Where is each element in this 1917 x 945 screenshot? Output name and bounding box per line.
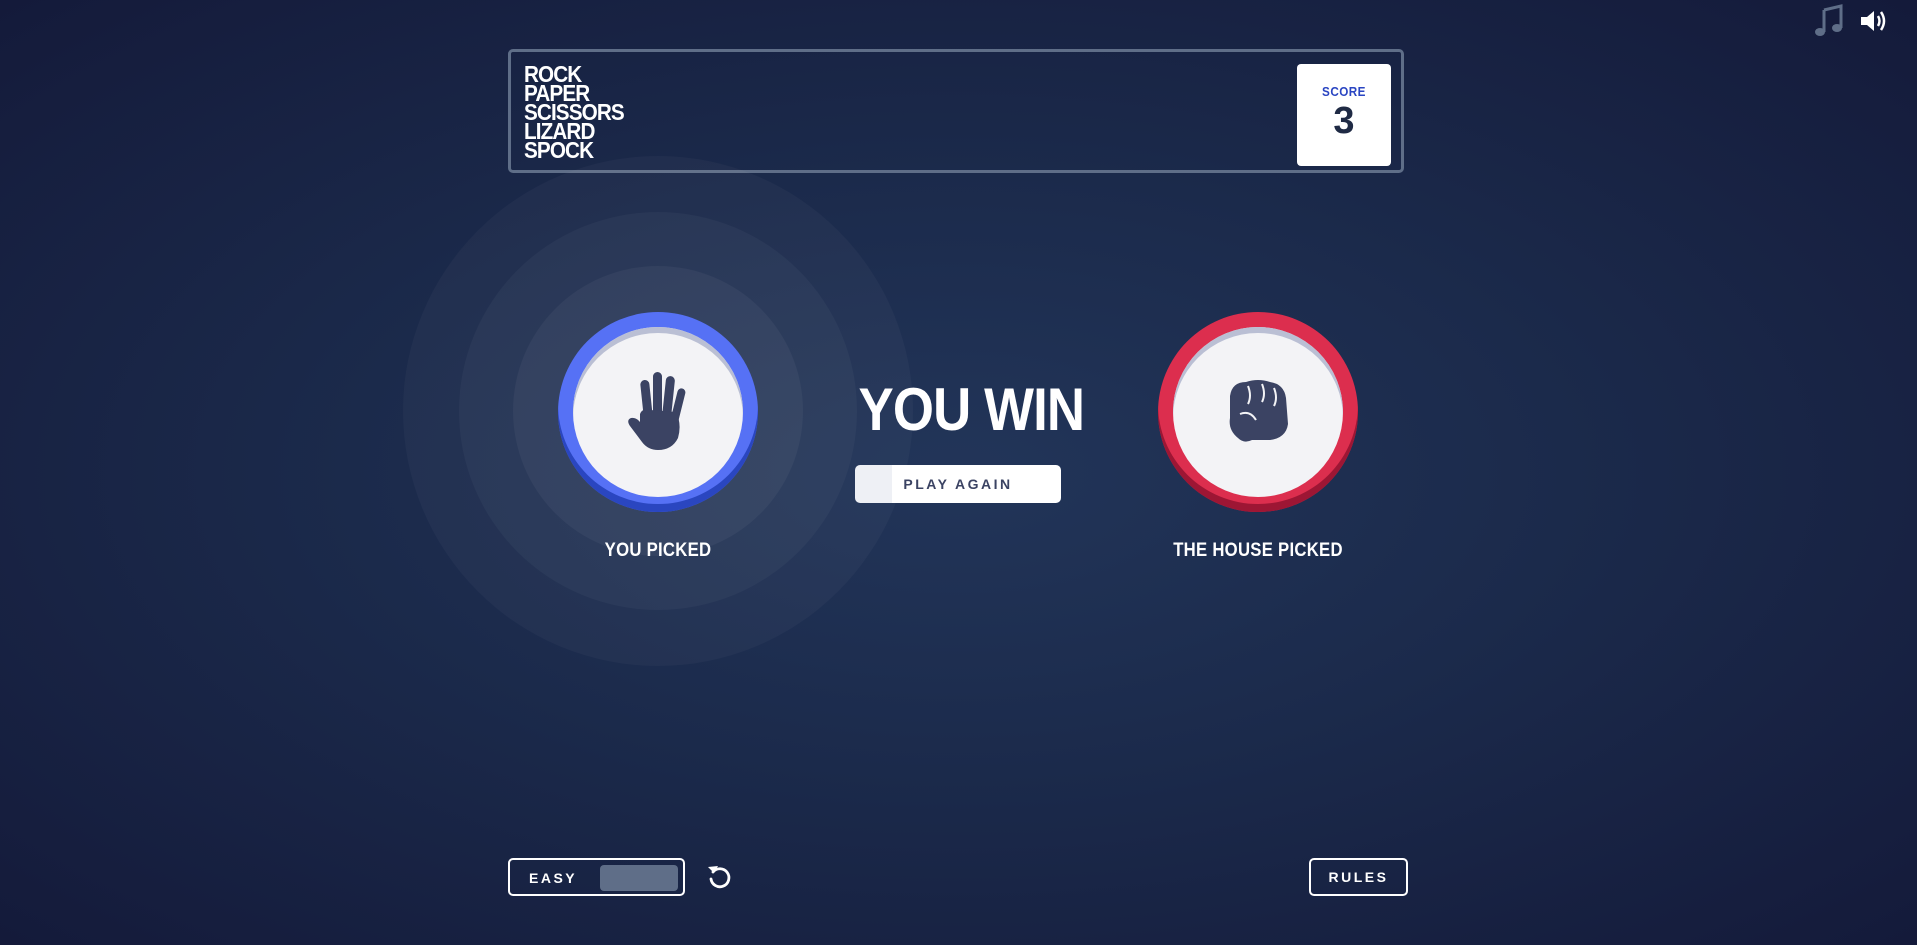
reset-icon[interactable] [706,863,734,891]
score-value: 3 [1333,100,1355,142]
score-label: SCORE [1322,84,1366,99]
difficulty-mode-toggle[interactable]: EASY [508,858,685,896]
speaker-volume-icon[interactable] [1859,7,1889,35]
paper-hand-icon [622,368,694,457]
logo-line-spock: SPOCK [524,137,594,163]
house-choice-rock [1158,312,1358,512]
result-title: YOU WIN [858,376,1085,443]
rock-fist-icon [1222,374,1294,451]
audio-controls [1813,4,1889,38]
score-box: SCORE 3 [1297,64,1391,166]
house-pick-label: THE HOUSE PICKED [1173,540,1343,561]
play-again-button[interactable]: PLAY AGAIN [855,465,1061,503]
rules-button[interactable]: RULES [1309,858,1408,896]
player-choice-paper [558,312,758,512]
music-note-icon[interactable] [1813,4,1845,38]
game-logo: ROCK PAPER SCISSORS LIZARD SPOCK [524,63,625,163]
mode-label: EASY [529,870,578,886]
game-header: ROCK PAPER SCISSORS LIZARD SPOCK SCORE 3 [508,49,1404,173]
toggle-knob[interactable] [600,865,678,891]
player-pick-label: YOU PICKED [604,540,712,561]
